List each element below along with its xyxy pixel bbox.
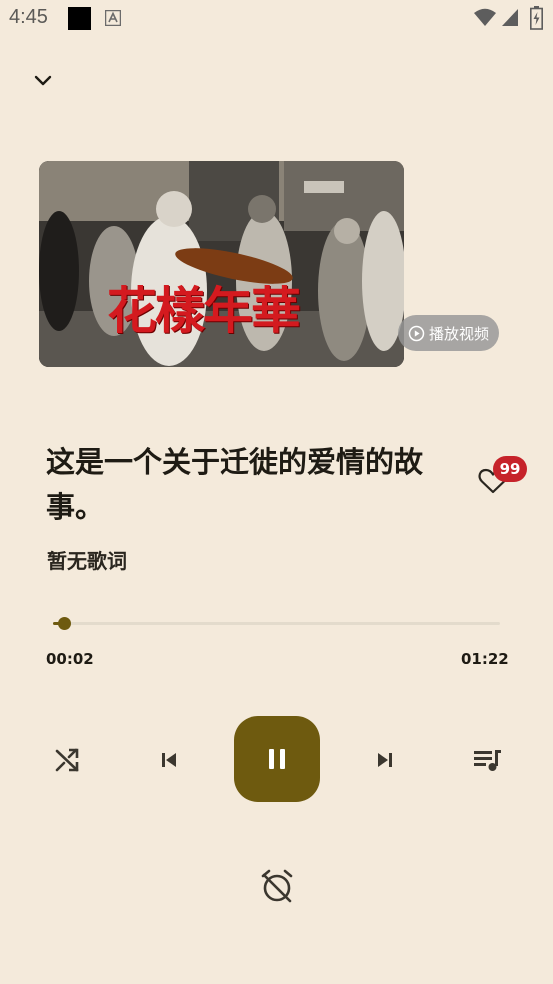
previous-button[interactable] — [152, 743, 186, 777]
previous-icon — [162, 753, 176, 767]
pause-icon — [269, 749, 285, 769]
play-video-label: 播放视频 — [428, 324, 489, 343]
chevron-down-icon[interactable] — [28, 66, 58, 96]
lyrics-placeholder: 暂无歌词 — [47, 549, 127, 573]
play-video-button[interactable]: 播放视频 — [398, 315, 499, 351]
shuffle-button[interactable] — [50, 743, 84, 777]
notification-square-icon — [68, 7, 91, 30]
status-time: 4:45 — [9, 6, 48, 28]
cover-overlay-text: 花樣年華 — [107, 281, 301, 340]
shuffle-icon — [55, 748, 79, 772]
battery-icon — [530, 6, 543, 30]
status-bar: 4:45 — [0, 0, 553, 38]
total-time: 01:22 — [461, 650, 509, 668]
current-time: 00:02 — [46, 650, 94, 668]
alarm-off-icon[interactable] — [258, 867, 296, 905]
play-circle-icon — [408, 325, 425, 341]
progress-slider[interactable] — [53, 617, 500, 630]
playlist-icon — [474, 750, 501, 771]
progress-thumb[interactable] — [57, 617, 71, 630]
font-notification-icon — [105, 10, 121, 26]
wifi-icon — [474, 8, 496, 26]
like-count-badge: 99 — [493, 456, 527, 482]
next-button[interactable] — [368, 743, 402, 777]
playlist-button[interactable] — [469, 743, 505, 777]
signal-icon — [502, 9, 518, 26]
song-title: 这是一个关于迁徙的爱情的故事。 — [46, 445, 424, 524]
pause-button[interactable] — [234, 716, 320, 802]
next-icon — [378, 753, 392, 767]
album-cover: 花樣年華 — [39, 161, 404, 367]
